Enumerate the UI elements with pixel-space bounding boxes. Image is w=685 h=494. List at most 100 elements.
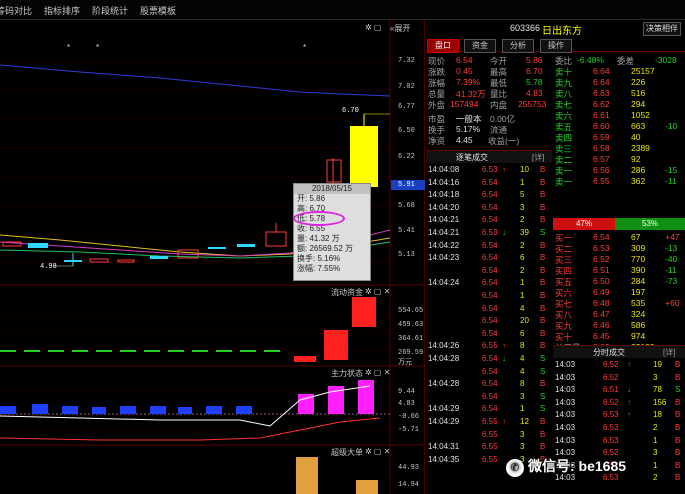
ask-change: -11 — [665, 176, 677, 186]
super-order-bar — [356, 480, 378, 494]
quote-value: 0.45 — [456, 66, 473, 76]
bid-change: +47 — [665, 232, 680, 242]
tick-time: 14:04:29 — [428, 417, 460, 426]
tick-price: 6.53 — [482, 165, 498, 174]
tab-stage-stats[interactable]: 阶段统计 — [92, 4, 128, 17]
tick-volume: 3 — [520, 391, 525, 401]
axis-unit: 万元 — [398, 359, 412, 367]
tick-row: 6.54 4 B — [426, 304, 552, 315]
tick-volume: 1 — [520, 278, 525, 288]
tick-volume: 4 — [520, 366, 525, 376]
quote-label: 净资 — [428, 136, 446, 146]
tick-side: S — [540, 391, 546, 401]
tick-header: 逐笔成交 [详] — [426, 151, 552, 163]
buy-sell-bar: 47% 53% — [553, 218, 685, 230]
settings-icon[interactable]: ✲ ▢ ✕ — [365, 368, 390, 377]
tick-row: 14:04:21 6.53 ↓ 39 S — [426, 228, 552, 239]
top-toolbar: 筹码对比 指标排序 阶段统计 股票模板 — [0, 0, 685, 20]
quote-row: 总量 41.32万 量比 4.83 — [426, 88, 551, 99]
tick-price: 6.55 — [482, 442, 498, 452]
ask-price: 6.57 — [593, 154, 610, 164]
tick-time: 14:04:16 — [428, 177, 460, 187]
minute-price: 6.53 — [603, 410, 619, 420]
bid-volume: 770 — [631, 254, 646, 264]
decision-button[interactable]: 决策相伴 — [643, 22, 681, 36]
tab-funds[interactable]: 资金 — [464, 39, 496, 53]
minute-volume: 78 — [653, 385, 662, 395]
tab-operate[interactable]: 操作 — [540, 39, 572, 53]
tick-time: 14:04:31 — [428, 442, 460, 452]
axis-tick: 6.50 — [398, 127, 415, 135]
tick-side: B — [540, 202, 546, 212]
tick-side: B — [540, 316, 546, 326]
bid-row: 买九 6.46 586 — [553, 320, 685, 331]
axis-tick: 269.59 — [398, 349, 424, 357]
tick-side: B — [540, 177, 546, 187]
tick-row: 6.54 2 B — [426, 266, 552, 277]
tick-volume: 4 — [520, 303, 525, 313]
watermark-text: 微信号: be1685 — [528, 458, 627, 474]
tick-time: 14:04:29 — [428, 404, 460, 414]
bid-volume: 974 — [631, 331, 646, 341]
ask-row: 卖七 6.62 294 — [553, 99, 685, 110]
tick-row: 14:04:21 6.54 2 B — [426, 215, 552, 226]
tick-side: B — [540, 328, 546, 338]
tick-side: B — [540, 417, 546, 426]
tick-side: B — [540, 303, 546, 313]
tick-side: S — [540, 354, 546, 363]
tick-price: 6.54 — [482, 240, 498, 250]
ask-volume: 286 — [631, 165, 646, 175]
tick-side: S — [540, 228, 546, 237]
tick-price: 6.55 — [482, 429, 498, 439]
bid-change: -13 — [665, 243, 678, 253]
tick-volume: 20 — [520, 316, 529, 326]
svg-text:*: * — [67, 43, 70, 52]
tick-price: 6.55 — [482, 454, 498, 464]
settings-icon[interactable]: ✲ ▢ ✕ — [365, 447, 390, 456]
tab-stock-template[interactable]: 股票模板 — [140, 4, 176, 17]
kline-tooltip: 2018/05/15 开: 5.86 高: 6.70 低: 5.78 收: 6.… — [293, 183, 371, 281]
ask-volume: 516 — [631, 88, 646, 98]
ask-volume: 2389 — [631, 143, 650, 153]
tick-time: 14:04:23 — [428, 253, 460, 263]
tick-time: 14:04:08 — [428, 165, 460, 174]
settings-icon[interactable]: ✲ ▢ ✕ — [365, 287, 390, 296]
bid-volume: 67 — [631, 232, 641, 242]
tick-price: 6.54 — [482, 316, 498, 326]
tick-arrow: ↓ — [502, 354, 506, 363]
tab-analysis[interactable]: 分析 — [502, 39, 534, 53]
tick-volume: 5 — [520, 190, 525, 200]
settings-icon[interactable]: ✲ ▢ — [365, 23, 381, 32]
tab-pankou[interactable]: 盘口 — [427, 39, 459, 53]
axis-tick: -5.71 — [398, 426, 420, 434]
minute-arrow: ↓ — [627, 385, 631, 395]
tab-indicator-sort[interactable]: 指标排序 — [44, 4, 80, 17]
minute-row: 14:03 6.52 3 B — [553, 373, 685, 384]
tick-side: B — [540, 278, 546, 288]
minute-row: 14:03 6.52 ↑ 19 B — [553, 360, 685, 371]
quote-value: 255753 — [518, 99, 547, 109]
bid-row: 买四 6.51 390 -11 — [553, 265, 685, 276]
tick-volume: 1 — [520, 177, 525, 187]
expand-button[interactable]: «展开 — [390, 23, 410, 34]
main-force-bars — [0, 380, 390, 441]
tick-volume: 2 — [520, 215, 525, 225]
tab-chip-compare[interactable]: 筹码对比 — [0, 4, 32, 17]
minute-price: 6.53 — [603, 435, 619, 445]
bid-price: 6.52 — [593, 254, 610, 264]
ask-price: 6.63 — [593, 88, 610, 98]
tick-price: 6.54 — [482, 202, 498, 212]
minute-row: 14:03 6.53 1 B — [553, 436, 685, 447]
tick-side: B — [540, 190, 546, 200]
ask-price: 6.55 — [593, 176, 610, 186]
tick-price: 6.54 — [482, 278, 498, 288]
tick-volume: 8 — [520, 341, 525, 351]
tick-time: 14:04:35 — [428, 454, 460, 464]
bid-change: -11 — [665, 265, 677, 275]
tick-time: 14:04:21 — [428, 228, 460, 237]
minute-time: 14:03 — [555, 372, 576, 382]
tick-row: 6.55 3 B — [426, 430, 552, 441]
quote-label: 内盘 — [490, 100, 508, 110]
minute-volume: 1 — [653, 435, 658, 445]
tick-title: 逐笔成交 — [456, 153, 488, 162]
